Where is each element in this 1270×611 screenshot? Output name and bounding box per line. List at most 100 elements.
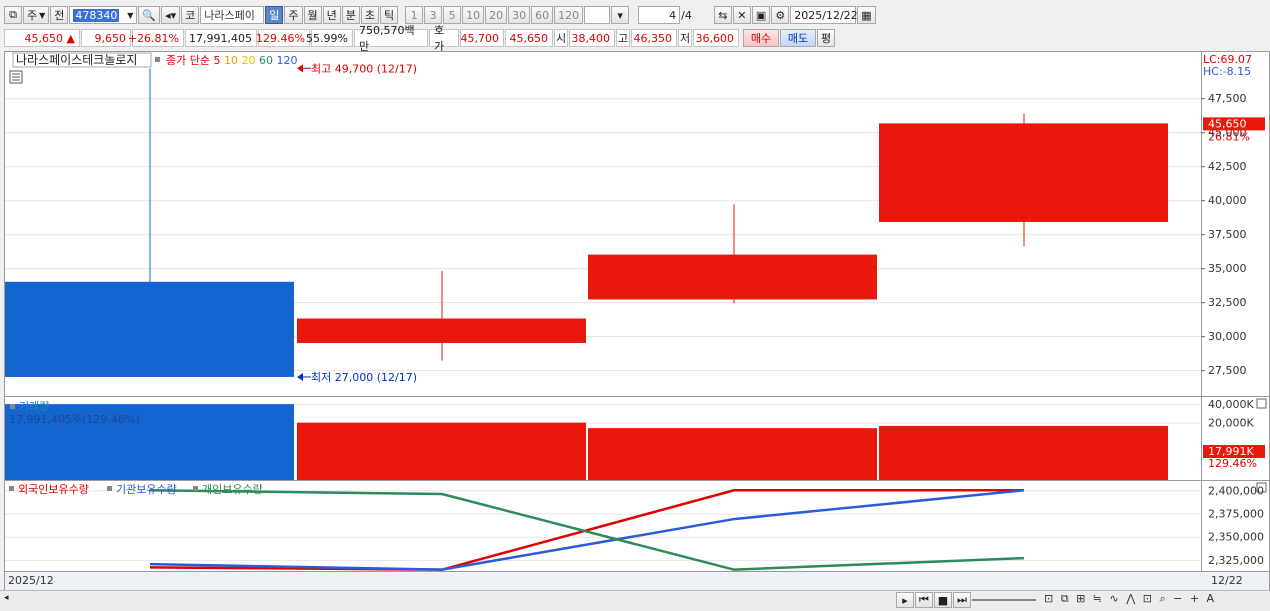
ytick-label-holdings-1: 2,375,000 bbox=[1208, 508, 1264, 521]
prev-button[interactable]: 전 bbox=[50, 6, 69, 24]
zoom-slider[interactable] bbox=[972, 599, 1036, 601]
tab-3[interactable]: 년 bbox=[322, 6, 341, 24]
forward-icon[interactable]: ⏭ bbox=[953, 592, 971, 608]
rewind-icon[interactable]: ⏮ bbox=[915, 592, 933, 608]
code-value: 478340 bbox=[73, 8, 120, 22]
sync-icon[interactable]: ⇆ bbox=[713, 6, 732, 24]
open-label: 시 bbox=[554, 29, 568, 47]
tab-0[interactable]: 일 bbox=[265, 6, 284, 24]
window-icon[interactable]: ⧉ bbox=[4, 6, 22, 24]
ytick-label-holdings-2: 2,350,000 bbox=[1208, 531, 1264, 544]
interval-custom-input[interactable] bbox=[584, 6, 611, 24]
code-input[interactable]: 478340 ▼ bbox=[69, 6, 138, 24]
ma-legend-label: 종가 단순 bbox=[166, 54, 213, 67]
holdings-legend-square-2 bbox=[193, 486, 198, 491]
ma-legend-5: 5 bbox=[213, 54, 224, 67]
ytick-label-price-5: 35,000 bbox=[1208, 262, 1247, 275]
ytick-label-price-2: 42,500 bbox=[1208, 160, 1247, 173]
volume-legend-square-icon bbox=[10, 404, 15, 409]
buy-button[interactable]: 매수 bbox=[743, 29, 779, 47]
volume-bar-2 bbox=[588, 428, 877, 480]
eval-button[interactable]: 평 bbox=[817, 29, 836, 47]
ytick-label-price-0: 47,500 bbox=[1208, 92, 1247, 105]
ytick-label-price-3: 40,000 bbox=[1208, 194, 1247, 207]
interval-button-5[interactable]: 30 bbox=[508, 6, 531, 24]
ytick-label-volume-1: 20,000K bbox=[1208, 417, 1254, 430]
chart-area[interactable]: 47,500 45,000 42,500 40,000 37,500 35,000 32,5… bbox=[4, 51, 1270, 591]
change-pct-field: +26.81% bbox=[128, 29, 184, 47]
volume-panel-close-icon bbox=[1256, 398, 1267, 409]
ma-legend: 종가 단순 5 10 20 60 120 bbox=[166, 54, 297, 67]
up-arrow-icon: ▲ bbox=[66, 31, 75, 45]
low-label: 저 bbox=[678, 29, 692, 47]
period-combo[interactable]: 주 ▼ bbox=[23, 6, 50, 24]
sell-button[interactable]: 매도 bbox=[780, 29, 816, 47]
volume-subtitle: 17,991,405주(129.46%) bbox=[9, 413, 140, 426]
last-price-value: 45,650 bbox=[1208, 117, 1247, 130]
tab-2[interactable]: 월 bbox=[303, 6, 322, 24]
legend-square-icon bbox=[155, 57, 160, 62]
current-price: 45,650 bbox=[24, 31, 64, 45]
holdings-legend-square-1 bbox=[107, 486, 112, 491]
chart-svg[interactable]: 47,50045,00042,50040,00037,50035,00032,5… bbox=[5, 52, 1269, 590]
holdings-legend-square-0 bbox=[9, 486, 14, 491]
interval-button-4[interactable]: 20 bbox=[485, 6, 508, 24]
low-field: 36,600 bbox=[693, 29, 739, 47]
x-axis-band bbox=[5, 572, 1269, 590]
turnover-field: 55.99% bbox=[306, 29, 353, 47]
type-button[interactable]: 코 bbox=[181, 6, 200, 24]
change-field: 9,650 bbox=[81, 29, 131, 47]
ask-field: 45,700 bbox=[460, 29, 504, 47]
candle-body-0 bbox=[5, 281, 294, 377]
interval-button-7[interactable]: 120 bbox=[554, 6, 584, 24]
candle-body-3 bbox=[879, 123, 1168, 222]
stop-icon[interactable]: ■ bbox=[934, 592, 952, 608]
tab-4[interactable]: 분 bbox=[341, 6, 360, 24]
tab-1[interactable]: 주 bbox=[284, 6, 303, 24]
interval-buttons: 1 3 5 10 20 30 60 120 bbox=[405, 6, 584, 24]
ma-legend-20: 20 bbox=[241, 54, 259, 67]
page-input[interactable]: 4 bbox=[638, 6, 681, 24]
stock-title: 나라스페이스테크놀로지 bbox=[16, 53, 137, 67]
price-field: 45,650 ▲ bbox=[4, 29, 80, 47]
save-icon[interactable]: ▣ bbox=[751, 6, 771, 24]
hc-label: HC:-8.15 bbox=[1203, 65, 1251, 78]
play-icon[interactable]: ▸ bbox=[896, 592, 914, 608]
last-price-pct: 26.81% bbox=[1208, 130, 1250, 143]
ytick-label-holdings-0: 2,400,000 bbox=[1208, 484, 1264, 497]
scroll-left-icon[interactable]: ◂ bbox=[4, 593, 16, 607]
ytick-label-volume-0: 40,000K bbox=[1208, 398, 1254, 411]
ma-legend-120: 120 bbox=[276, 54, 297, 67]
interval-button-3[interactable]: 10 bbox=[462, 6, 485, 24]
volume-title: 거래량 bbox=[19, 400, 49, 413]
quote-label: 호가 bbox=[429, 24, 459, 53]
speaker-icon[interactable]: ◂▾ bbox=[161, 6, 181, 24]
crosshair-icon[interactable]: ✕ bbox=[732, 6, 751, 24]
last-volume-pct: 129.46% bbox=[1208, 457, 1257, 470]
date-input[interactable]: 2025/12/22 bbox=[790, 6, 858, 24]
candle-body-1 bbox=[297, 318, 586, 343]
calendar-icon[interactable]: ▦ bbox=[857, 6, 876, 24]
period-combo-label: 주 bbox=[27, 9, 38, 22]
xaxis-left-label: 2025/12 bbox=[8, 574, 54, 587]
xaxis-right-label: 12/22 bbox=[1211, 574, 1243, 587]
ytick-label-price-4: 37,500 bbox=[1208, 228, 1247, 241]
high-field: 46,350 bbox=[631, 29, 677, 47]
gear-icon[interactable]: ⚙ bbox=[771, 6, 790, 24]
interval-button-6[interactable]: 60 bbox=[531, 6, 554, 24]
ytick-label-price-7: 30,000 bbox=[1208, 330, 1247, 343]
chevron-down-icon[interactable]: ▾ bbox=[611, 6, 630, 24]
holdings-legend-2: 개인보유수량 bbox=[202, 483, 263, 496]
stock-name-field: 나라스페이 bbox=[200, 6, 265, 24]
ytick-label-price-6: 32,500 bbox=[1208, 296, 1247, 309]
page-total: /4 bbox=[681, 8, 692, 22]
bid-field: 45,650 bbox=[505, 29, 553, 47]
drawing-tools-icons[interactable]: ⊡ ⧉ ⊞ ≒ ∿ ⋀ ⊡ ⌕ − + A bbox=[1044, 592, 1216, 606]
amount-field: 750,570백만 bbox=[354, 24, 428, 53]
search-icon[interactable]: 🔍 bbox=[138, 6, 161, 24]
volume-bar-3 bbox=[879, 425, 1168, 480]
min-marker-label: 최저 27,000 (12/17) bbox=[311, 371, 417, 384]
candle-body-2 bbox=[588, 254, 877, 300]
max-marker-label: 최고 49,700 (12/17) bbox=[311, 62, 417, 75]
bottom-toolbar: ◂ ▸ ⏮ ■ ⏭ ⊡ ⧉ ⊞ ≒ ∿ ⋀ ⊡ ⌕ − + A bbox=[0, 590, 1270, 611]
